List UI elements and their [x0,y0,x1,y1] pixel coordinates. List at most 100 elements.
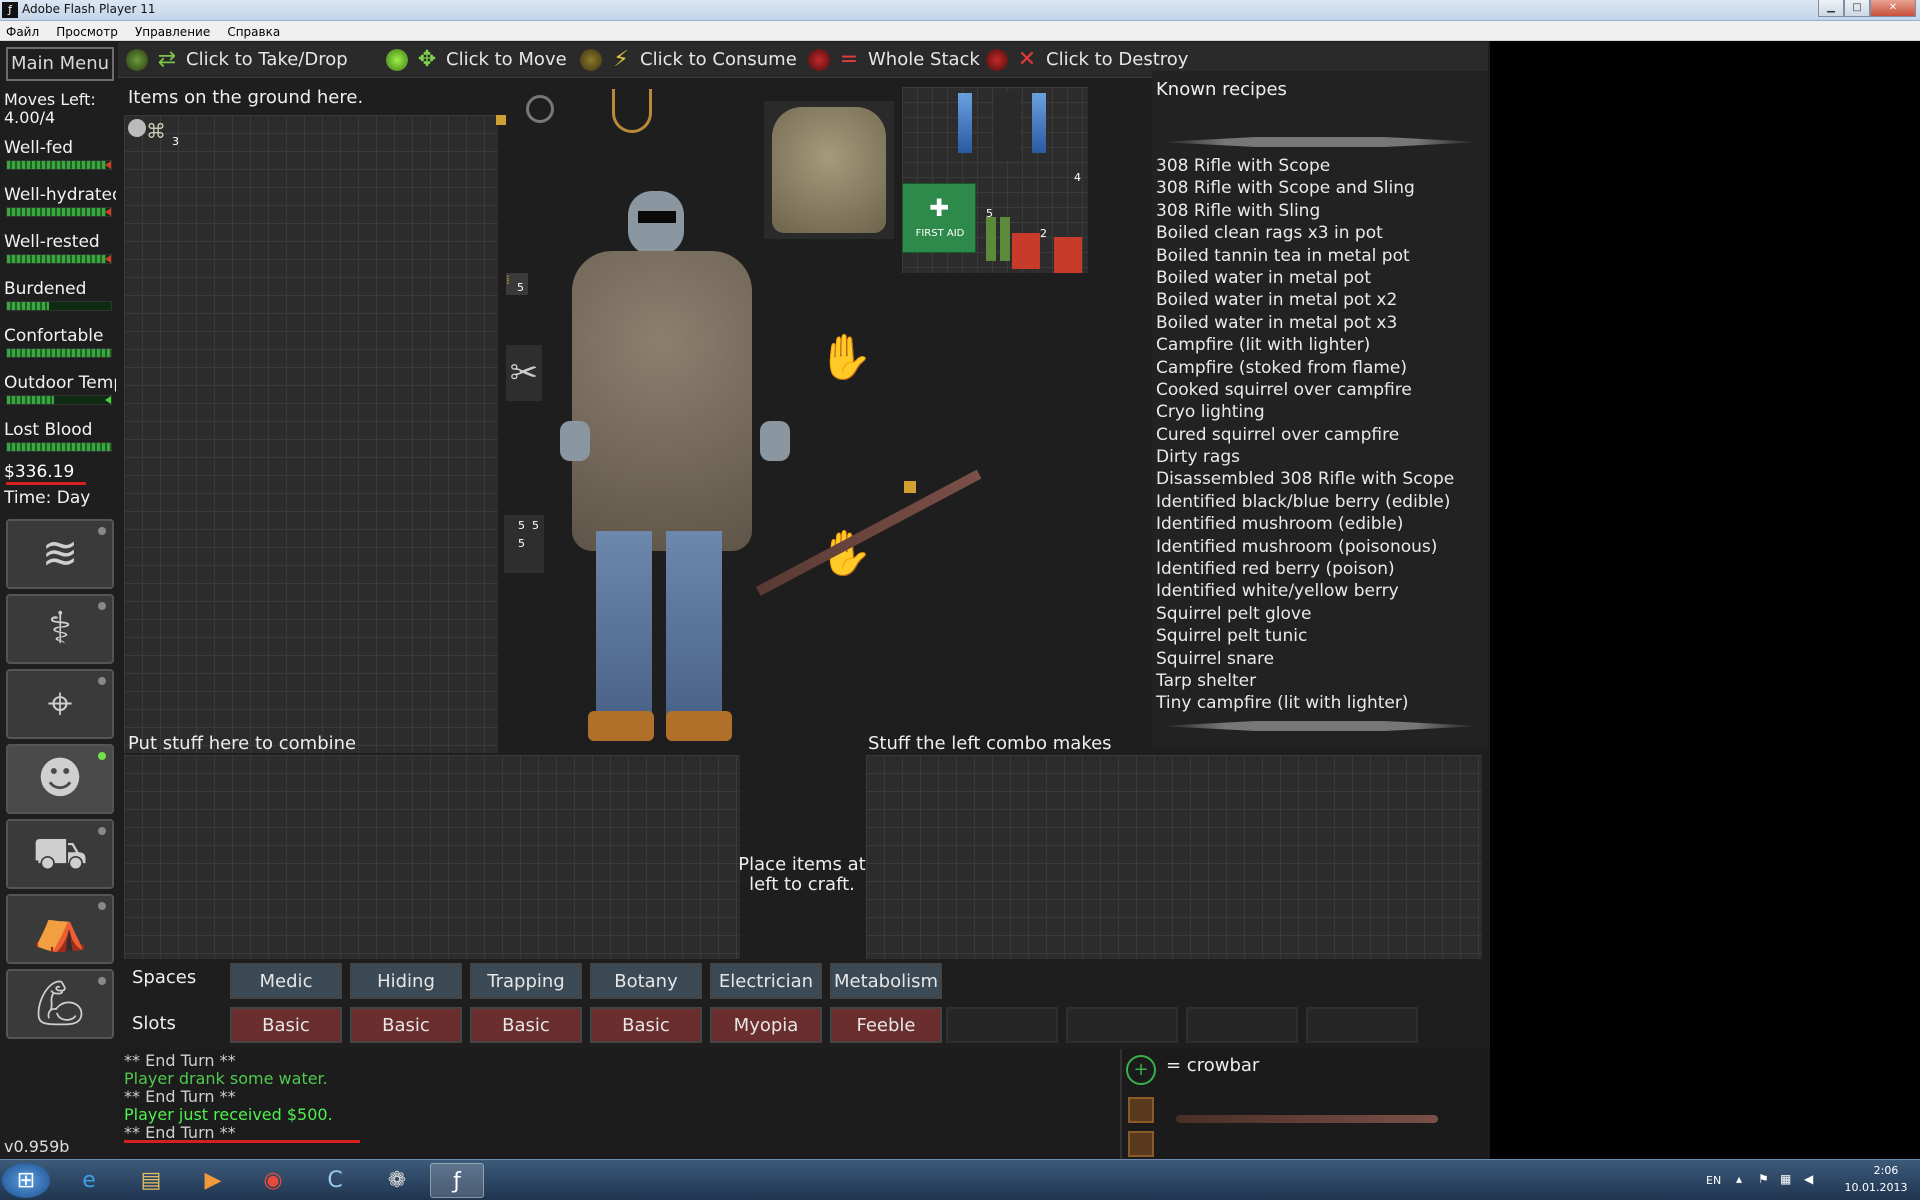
menu-file[interactable]: Файл [0,22,45,39]
recipe-item[interactable]: Cooked squirrel over campfire [1156,379,1486,401]
recipe-item[interactable]: Boiled tannin tea in metal pot [1156,245,1486,267]
menu-help[interactable]: Справка [221,22,286,39]
recipe-item[interactable]: Disassembled 308 Rifle with Scope [1156,468,1486,490]
recipes-scroll-up[interactable] [1160,137,1480,147]
shelter-button[interactable]: ⛺ [6,894,114,964]
folder-icon[interactable]: ▤ [124,1163,178,1198]
keyboard-language[interactable]: EN [1706,1174,1721,1187]
space-button[interactable]: Botany [590,963,702,999]
skills-button[interactable]: ≋ [6,519,114,589]
character-button[interactable]: ☻ [6,744,114,814]
whole-stack-toggle[interactable]: = Whole Stack [808,46,988,74]
clock-date[interactable]: 10.01.2013 [1836,1181,1916,1194]
glove-slot-icon[interactable]: ✋ [818,331,873,385]
flash-player-icon[interactable]: ƒ [430,1163,484,1198]
crosshair-icon[interactable]: + [1126,1055,1156,1085]
green-bottle-item[interactable] [986,217,996,261]
recipe-item[interactable]: Tiny campfire (lit with lighter) [1156,692,1486,714]
recipe-item[interactable]: 308 Rifle with Scope and Sling [1156,177,1486,199]
recipe-item[interactable]: Identified white/yellow berry [1156,580,1486,602]
network-icon[interactable]: ▦ [1780,1172,1791,1186]
space-button[interactable]: Hiding [350,963,462,999]
recipe-item[interactable]: Boiled water in metal pot [1156,267,1486,289]
app-c-icon[interactable]: C [308,1163,362,1198]
minimize-button[interactable]: ▁ [1818,0,1844,17]
target-button[interactable]: ⌖ [6,669,114,739]
green-bottle-item[interactable] [1000,217,1010,261]
space-button[interactable]: Trapping [470,963,582,999]
slot-button[interactable]: Basic Human [470,1007,582,1070]
volume-icon[interactable]: ◀ [1804,1172,1813,1186]
space-button[interactable]: Electrician [710,963,822,999]
slot-button[interactable]: Myopia [710,1007,822,1043]
strength-button[interactable]: 💪︎ [6,969,114,1039]
water-bottle-item[interactable] [958,93,972,153]
coat-garment[interactable] [572,251,752,551]
recipe-item[interactable]: Cryo lighting [1156,401,1486,423]
empty-slot[interactable] [1186,1007,1298,1043]
vehicle-button[interactable]: ⛟ [6,819,114,889]
menu-view[interactable]: Просмотр [50,22,124,39]
recipe-item[interactable]: Identified mushroom (edible) [1156,513,1486,535]
destroy-mode[interactable]: ✕ Click to Destroy [986,46,1216,74]
food-can-item[interactable] [1012,233,1040,269]
backpack-contents-grid[interactable]: ✚ FIRST AID 5 4 2 [902,87,1088,273]
recipe-item[interactable]: Squirrel pelt glove [1156,603,1486,625]
action-center-flag-icon[interactable]: ⚑ [1758,1172,1769,1186]
slot-button[interactable]: Basic Human [230,1007,342,1070]
start-orb-icon[interactable]: ⊞ [2,1163,50,1198]
menu-control[interactable]: Управление [129,22,216,39]
first-aid-kit-item[interactable]: ✚ FIRST AID [902,183,976,253]
recipe-item[interactable]: Boiled water in metal pot x3 [1156,312,1486,334]
pliers-item-icon[interactable]: ✂ [506,345,542,401]
tray-expand-icon[interactable]: ▴ [1736,1172,1742,1186]
ground-inventory-grid[interactable]: ⌘ 3 [124,115,498,753]
ring-slot-icon[interactable] [526,95,554,123]
slot-button[interactable]: Feeble [830,1007,942,1043]
recipe-item[interactable]: Identified red berry (poison) [1156,558,1486,580]
recipe-item[interactable]: Campfire (stoked from flame) [1156,357,1486,379]
media-player-icon[interactable]: ▶ [186,1163,240,1198]
empty-slot[interactable] [1306,1007,1418,1043]
app-lotus-icon[interactable]: ❁ [370,1163,424,1198]
necklace-slot-icon[interactable] [612,89,652,133]
combine-grid[interactable] [124,755,740,959]
ammo-belt-slot[interactable]: 5 5 5 [504,515,544,573]
result-grid[interactable] [866,755,1482,959]
space-button[interactable]: Metabolism [830,963,942,999]
recipe-item[interactable]: Identified mushroom (poisonous) [1156,536,1486,558]
recipe-item[interactable]: Tarp shelter [1156,670,1486,692]
move-mode[interactable]: ✥ Click to Move [386,46,606,74]
internet-explorer-icon[interactable]: e [62,1163,116,1198]
recipe-item[interactable]: Squirrel snare [1156,648,1486,670]
clock-time[interactable]: 2:06 [1856,1164,1916,1177]
black-bag-item[interactable] [994,91,1020,161]
maximize-button[interactable]: □ [1844,0,1870,17]
recipe-item[interactable]: Identified black/blue berry (edible) [1156,491,1486,513]
recipe-item[interactable]: Campfire (lit with lighter) [1156,334,1486,356]
recipe-item[interactable]: Boiled clean rags x3 in pot [1156,222,1486,244]
recipe-item[interactable]: Cured squirrel over campfire [1156,424,1486,446]
rock-item-icon[interactable] [128,119,146,137]
take-drop-mode[interactable]: ⇄ Click to Take/Drop [126,46,386,74]
water-bottle-item[interactable] [1032,93,1046,153]
empty-slot[interactable] [946,1007,1058,1043]
recipe-item[interactable]: Dirty rags [1156,446,1486,468]
right-boot[interactable] [666,711,732,741]
snare-item-icon[interactable]: ⌘ [146,119,172,145]
main-menu-button[interactable]: Main Menu [6,47,114,81]
recipes-scroll-down[interactable] [1160,721,1480,731]
recipe-item[interactable]: Squirrel pelt tunic [1156,625,1486,647]
consume-mode[interactable]: ⚡ Click to Consume [580,46,810,74]
food-can-item[interactable] [1054,237,1082,273]
left-boot[interactable] [588,711,654,741]
equip-slot-button[interactable] [1128,1131,1154,1157]
message-log[interactable]: ** End Turn ** Player drank some water. **… [120,1049,1120,1159]
jeans-left-leg[interactable] [596,531,652,721]
jeans-right-leg[interactable] [666,531,722,721]
space-button[interactable]: Medic [230,963,342,999]
equip-slot-button[interactable] [1128,1097,1154,1123]
slot-button[interactable]: Basic Human [590,1007,702,1070]
medical-button[interactable]: ⚕ [6,594,114,664]
recipe-item[interactable]: 308 Rifle with Sling [1156,200,1486,222]
